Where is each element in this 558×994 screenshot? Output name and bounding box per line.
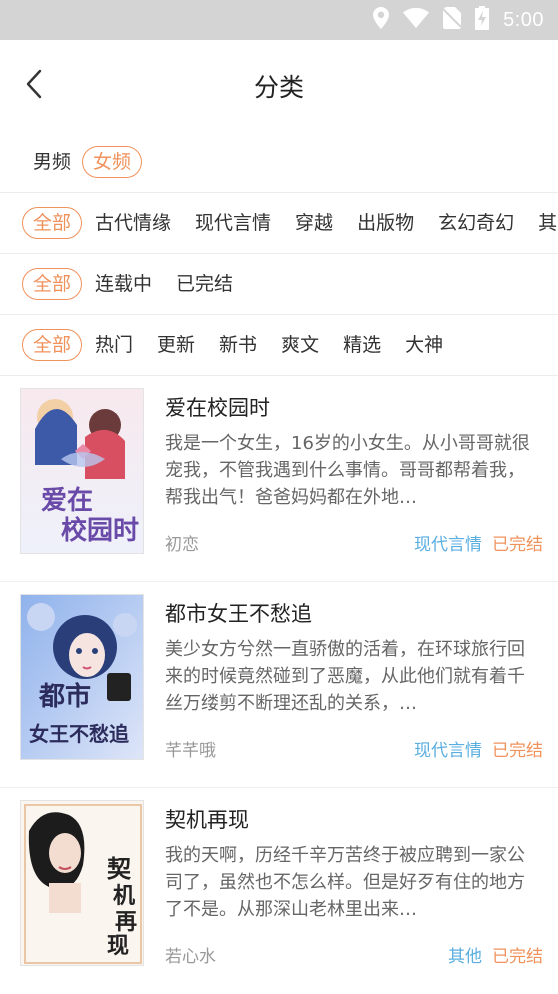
book-author: 若心水 xyxy=(165,947,216,967)
status-bar: 5:00 xyxy=(0,0,558,40)
category-fantasy[interactable]: 玄幻奇幻 xyxy=(427,207,525,239)
progress-filter: 全部 连载中 已完结 xyxy=(0,253,558,314)
book-genre: 其他 xyxy=(448,947,482,967)
cover-text: 现 xyxy=(107,933,129,959)
book-meta: 芊芊哦 现代言情 已完结 xyxy=(165,736,543,761)
category-time-travel[interactable]: 穿越 xyxy=(284,207,344,239)
sort-updated[interactable]: 更新 xyxy=(146,329,206,361)
book-meta: 若心水 其他 已完结 xyxy=(165,942,543,967)
page-title: 分类 xyxy=(253,73,304,102)
cover-text: 契 xyxy=(107,854,132,883)
category-other[interactable]: 其 xyxy=(527,207,558,239)
book-title[interactable]: 爱在校园时 xyxy=(165,392,270,422)
category-publications[interactable]: 出版物 xyxy=(346,207,425,239)
cover-text: 再 xyxy=(115,909,137,935)
progress-ongoing[interactable]: 连载中 xyxy=(84,268,163,300)
book-cover[interactable]: 爱在 校园时 xyxy=(20,388,144,554)
book-item[interactable]: 契 机 再 现 契机再现 我的天啊，历经千辛万苦终于被应聘到一家公司了，虽然也不… xyxy=(0,788,558,994)
cover-text: 都市 xyxy=(38,681,91,712)
book-description: 我的天啊，历经千辛万苦终于被应聘到一家公司了，虽然也不怎么样。但是好歹有住的地方… xyxy=(165,845,525,920)
gender-filter: 男频 女频 xyxy=(0,132,558,192)
back-button[interactable] xyxy=(14,66,54,106)
book-status: 已完结 xyxy=(492,947,543,967)
book-status: 已完结 xyxy=(492,535,543,555)
category-filter: 全部 古代情缘 现代言情 穿越 出版物 玄幻奇幻 其 xyxy=(0,192,558,253)
progress-finished[interactable]: 已完结 xyxy=(165,268,244,300)
gender-male-tab[interactable]: 男频 xyxy=(32,146,72,178)
book-title[interactable]: 都市女王不愁追 xyxy=(165,598,312,628)
book-status: 已完结 xyxy=(492,741,543,761)
sort-hot[interactable]: 热门 xyxy=(84,329,144,361)
chevron-left-icon xyxy=(25,69,43,103)
cover-text: 爱在 xyxy=(41,486,93,516)
sort-new[interactable]: 新书 xyxy=(208,329,268,361)
cover-text: 校园时 xyxy=(61,515,139,546)
book-author: 初恋 xyxy=(165,535,199,555)
battery-charging-icon xyxy=(475,6,490,34)
status-time: 5:00 xyxy=(503,8,544,31)
category-ancient-romance[interactable]: 古代情缘 xyxy=(84,207,182,239)
book-genre: 现代言情 xyxy=(414,535,482,555)
category-all[interactable]: 全部 xyxy=(22,207,83,239)
book-title[interactable]: 契机再现 xyxy=(165,804,249,834)
category-modern-romance[interactable]: 现代言情 xyxy=(184,207,282,239)
no-sim-icon xyxy=(442,7,462,33)
book-item[interactable]: 都市 女王不愁追 都市女王不愁追 美少女方兮然一直骄傲的活着，在环球旅行回来的时… xyxy=(0,582,558,788)
book-cover[interactable]: 都市 女王不愁追 xyxy=(20,594,144,760)
gender-female-tab[interactable]: 女频 xyxy=(82,146,143,178)
book-description: 我是一个女生，16岁的小女生。从小哥哥就很宠我，不管我遇到什么事情。哥哥都帮着我… xyxy=(165,433,530,508)
book-genre: 现代言情 xyxy=(414,741,482,761)
book-author: 芊芊哦 xyxy=(165,741,216,761)
header: 分类 xyxy=(0,40,558,132)
location-icon xyxy=(373,7,390,33)
book-cover[interactable]: 契 机 再 现 xyxy=(20,800,144,966)
book-list: 爱在 校园时 爱在校园时 我是一个女生，16岁的小女生。从小哥哥就很宠我，不管我… xyxy=(0,376,558,994)
sort-filter: 全部 热门 更新 新书 爽文 精选 大神 xyxy=(0,314,558,375)
sort-selected[interactable]: 精选 xyxy=(332,329,392,361)
book-description: 美少女方兮然一直骄傲的活着，在环球旅行回来的时候竟然碰到了恶魔，从此他们就有着千… xyxy=(165,639,525,714)
sort-master[interactable]: 大神 xyxy=(394,329,454,361)
cover-text: 女王不愁追 xyxy=(29,722,129,746)
cover-text: 机 xyxy=(113,883,135,909)
book-item[interactable]: 爱在 校园时 爱在校园时 我是一个女生，16岁的小女生。从小哥哥就很宠我，不管我… xyxy=(0,376,558,582)
sort-cool[interactable]: 爽文 xyxy=(270,329,330,361)
sort-all[interactable]: 全部 xyxy=(22,329,83,361)
wifi-icon xyxy=(403,8,430,32)
progress-all[interactable]: 全部 xyxy=(22,268,83,300)
book-meta: 初恋 现代言情 已完结 xyxy=(165,530,543,555)
